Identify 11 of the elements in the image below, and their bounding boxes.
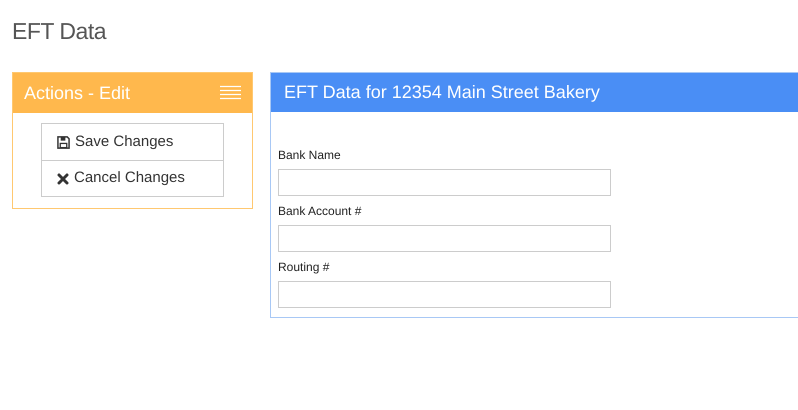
input-field[interactable] — [278, 225, 611, 252]
input-field[interactable] — [278, 281, 611, 308]
field-label: Routing # — [278, 259, 330, 276]
field-label: Bank Account # — [278, 203, 362, 220]
page-title: EFT Data — [12, 17, 106, 46]
close-icon — [57, 172, 69, 184]
menu-icon[interactable] — [220, 85, 241, 101]
input-field[interactable] — [278, 169, 611, 196]
panel-title: Actions - Edit — [24, 82, 130, 104]
field-label: Bank Name — [278, 147, 342, 164]
panel-title: EFT Data for 12354 Main Street Bakery — [284, 81, 600, 104]
